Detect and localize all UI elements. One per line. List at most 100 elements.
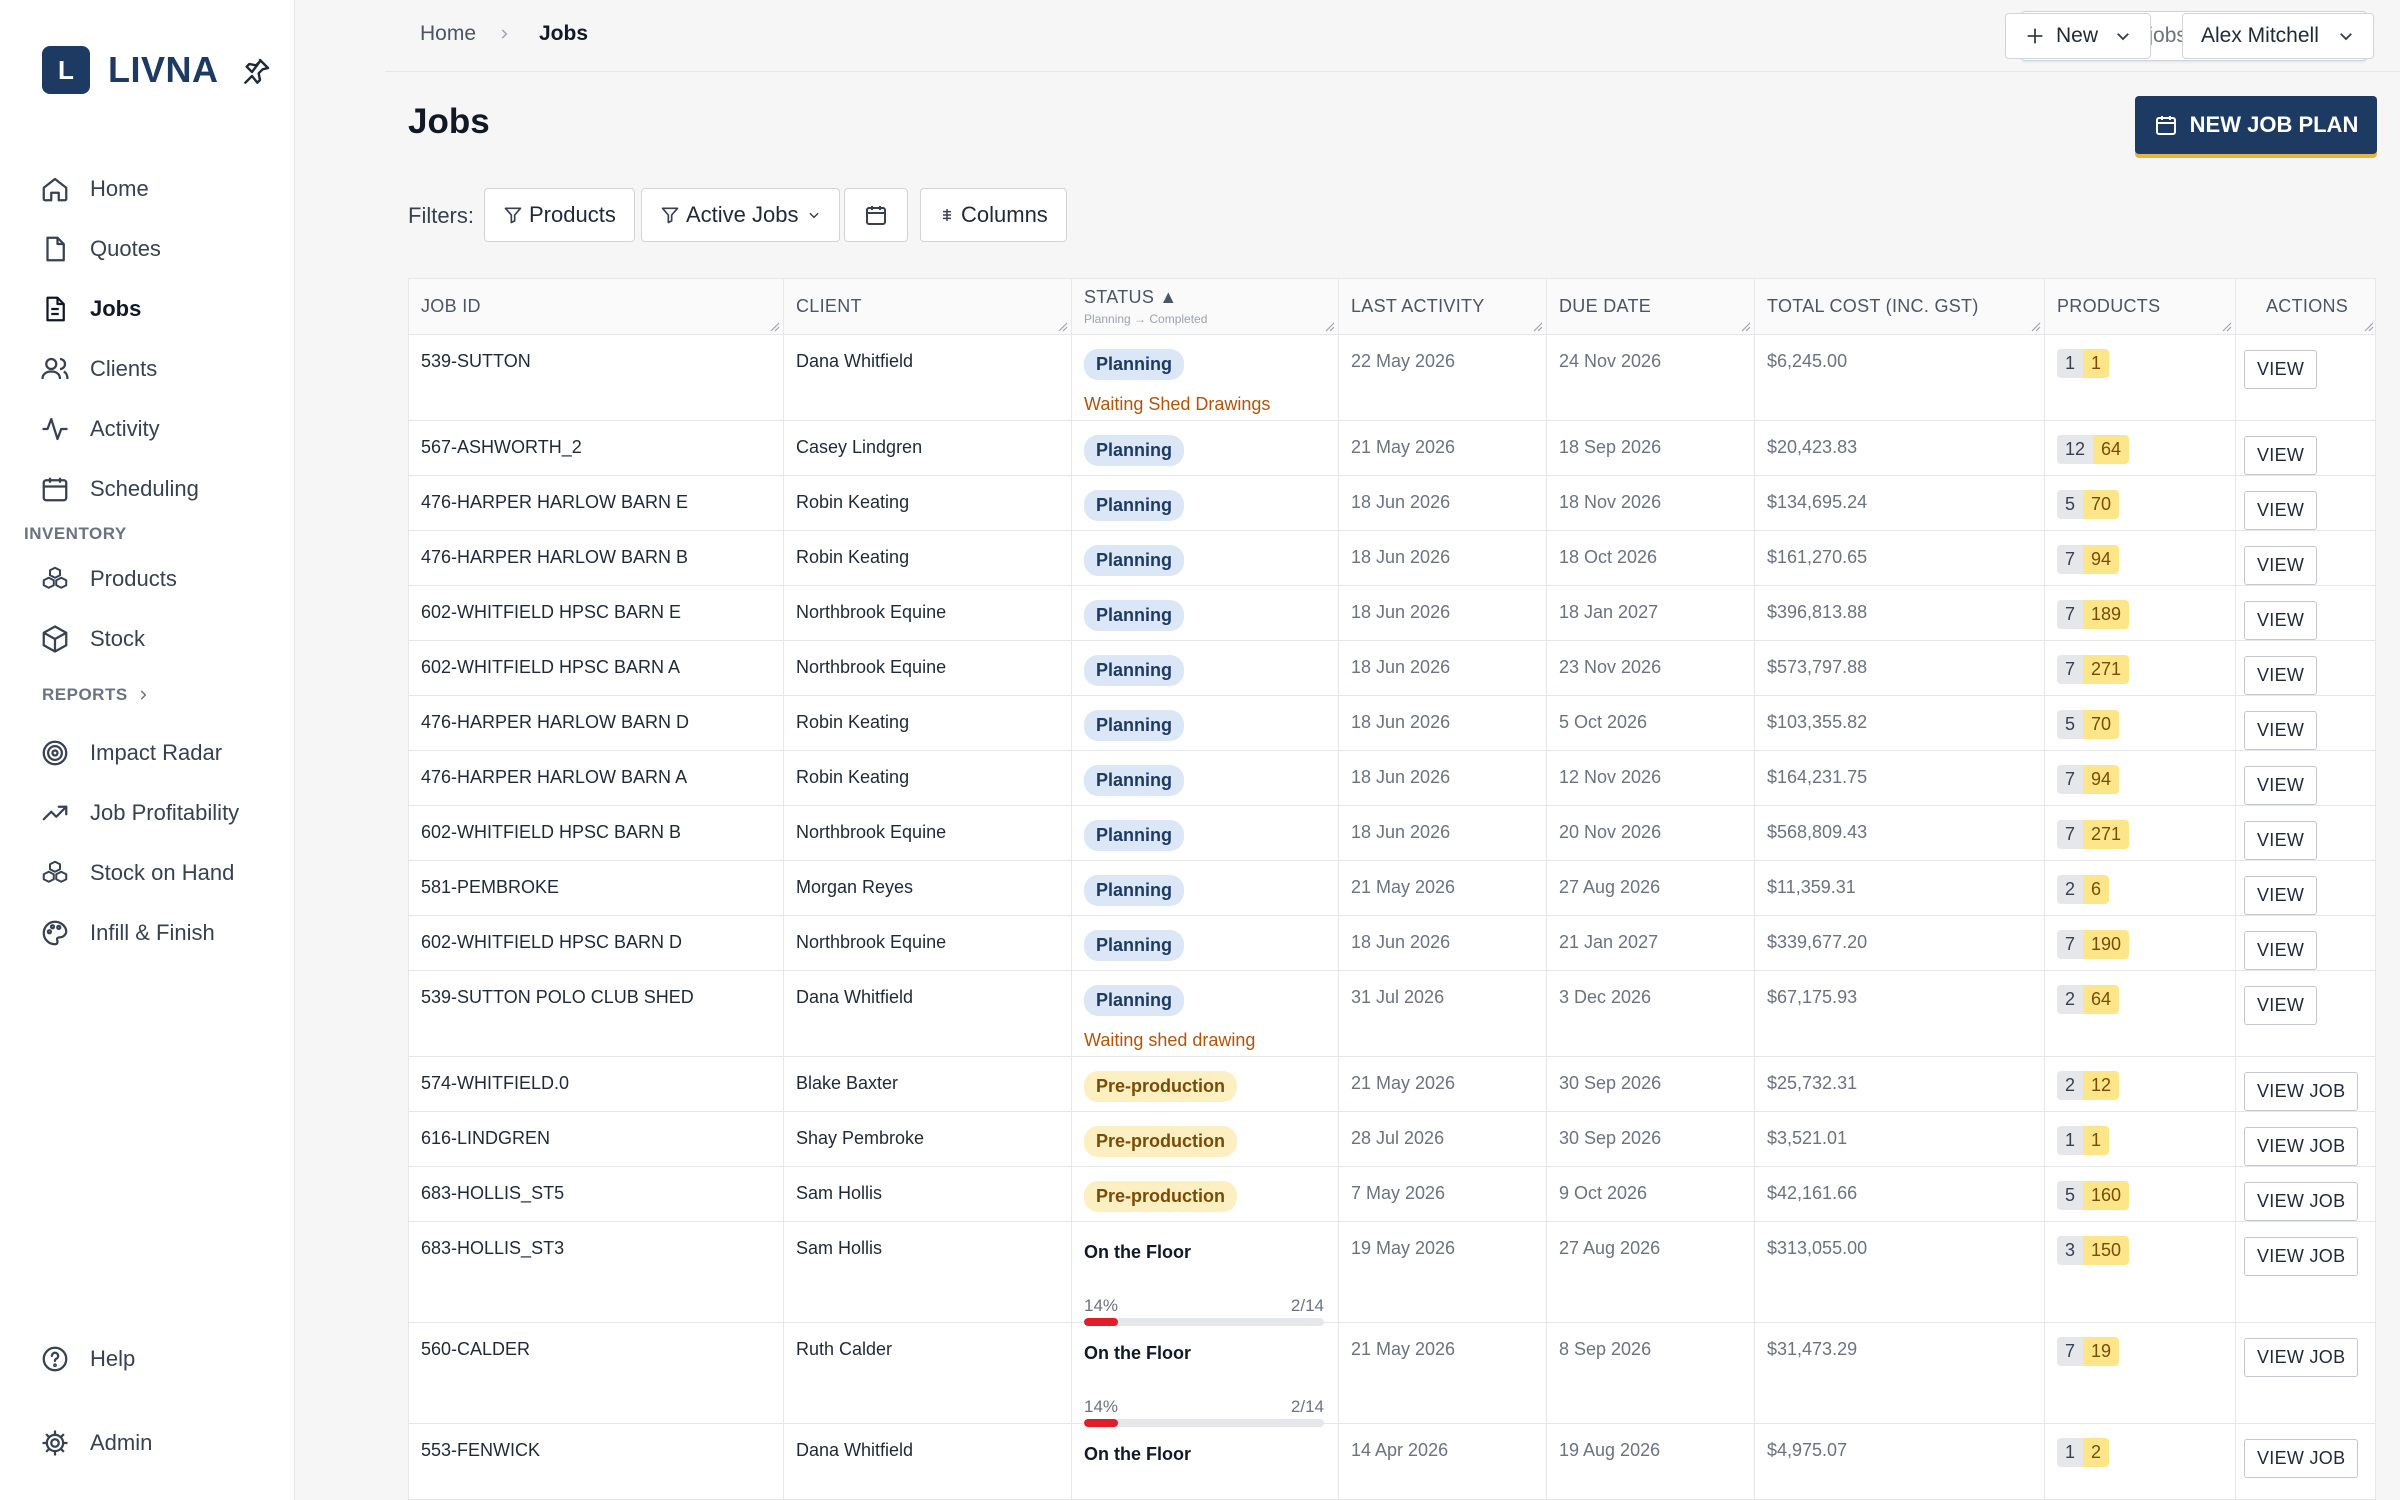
sidebar-item-impact-radar[interactable]: Impact Radar	[40, 731, 222, 775]
view-job-button[interactable]: VIEW	[2244, 656, 2318, 695]
view-job-button[interactable]: VIEW	[2244, 766, 2318, 805]
total-cost: $573,797.88	[1767, 657, 1868, 677]
table-row[interactable]: 476-HARPER HARLOW BARN E Robin Keating Pla…	[409, 476, 2375, 531]
view-job-button[interactable]: VIEW	[2244, 546, 2318, 585]
product-count-badge: 7 190	[2057, 930, 2130, 959]
sidebar-item-quotes[interactable]: Quotes	[40, 227, 161, 271]
view-job-button[interactable]: VIEW	[2244, 931, 2318, 970]
table-row[interactable]: 574-WHITFIELD.0 Blake Baxter Pre-productio…	[409, 1057, 2375, 1112]
column-header-products[interactable]: PRODUCTS	[2045, 279, 2236, 335]
table-row[interactable]: 581-PEMBROKE Morgan Reyes Planning 21 May 2…	[409, 861, 2375, 916]
filter-products-button[interactable]: Products	[484, 188, 635, 242]
view-job-button[interactable]: VIEW JOB	[2244, 1237, 2359, 1276]
sidebar-item-stock-on-hand[interactable]: Stock on Hand	[40, 851, 234, 895]
progress-fraction: 2/14	[1290, 1397, 1324, 1416]
table-row[interactable]: 476-HARPER HARLOW BARN D Robin Keating Pla…	[409, 696, 2375, 751]
view-job-button[interactable]: VIEW	[2244, 711, 2318, 750]
column-header-job-id[interactable]: JOB ID	[409, 279, 784, 335]
client-name: Robin Keating	[796, 712, 910, 732]
table-row[interactable]: 602-WHITFIELD HPSC BARN E Northbrook Equi…	[409, 586, 2375, 641]
table-row[interactable]: 602-WHITFIELD HPSC BARN D Northbrook Equi…	[409, 916, 2375, 971]
table-row[interactable]: 539-SUTTON Dana Whitfield Planning Waiting …	[409, 335, 2375, 421]
column-header-due-date[interactable]: DUE DATE	[1547, 279, 1755, 335]
table-row[interactable]: 683-HOLLIS_ST3 Sam Hollis On the Floor 14% 2…	[409, 1222, 2375, 1326]
status-badge: Planning	[1084, 820, 1184, 851]
status-cell: On the Floor 14% 2/14	[1072, 1222, 1339, 1326]
view-job-button[interactable]: VIEW JOB	[2244, 1127, 2359, 1166]
sidebar-item-activity[interactable]: Activity	[40, 407, 160, 451]
resize-handle-icon[interactable]	[2364, 322, 2374, 332]
view-job-button[interactable]: VIEW JOB	[2244, 1182, 2359, 1221]
table-row[interactable]: 560-CALDER Ruth Calder On the Floor 14% 2/14…	[409, 1323, 2375, 1427]
reports-section-toggle[interactable]: REPORTS	[42, 685, 150, 705]
job-id: 476-HARPER HARLOW BARN D	[421, 712, 690, 732]
table-row[interactable]: 683-HOLLIS_ST5 Sam Hollis Pre-production 7 …	[409, 1167, 2375, 1222]
actions-cell: VIEW JOB	[2236, 1112, 2375, 1166]
progress-text: 14% 2/14	[1084, 1296, 1324, 1316]
progress-percent: 14%	[1084, 1397, 1119, 1416]
sidebar-item-label: Impact Radar	[90, 740, 223, 765]
client-name: Morgan Reyes	[796, 877, 914, 897]
resize-handle-icon[interactable]	[770, 322, 780, 332]
resize-handle-icon[interactable]	[2222, 322, 2232, 332]
sidebar-item-label: Infill & Finish	[90, 920, 215, 945]
table-row[interactable]: 602-WHITFIELD HPSC BARN B Northbrook Equi…	[409, 806, 2375, 861]
sidebar-item-label: Activity	[90, 416, 160, 441]
pin-icon[interactable]	[240, 56, 272, 88]
table-row[interactable]: 567-ASHWORTH_2 Casey Lindgren Planning 21 M…	[409, 421, 2375, 476]
column-header-total-cost[interactable]: TOTAL COST (INC. GST)	[1755, 279, 2045, 335]
filter-active-jobs-button[interactable]: Active Jobs	[641, 188, 840, 242]
product-count-badge: 11	[2057, 1126, 2110, 1155]
view-job-button[interactable]: VIEW	[2244, 821, 2318, 860]
columns-button[interactable]: Columns	[920, 188, 1067, 242]
resize-handle-icon[interactable]	[1325, 322, 1335, 332]
table-row[interactable]: 602-WHITFIELD HPSC BARN A Northbrook Equi…	[409, 641, 2375, 696]
view-job-button[interactable]: VIEW	[2244, 876, 2318, 915]
resize-handle-icon[interactable]	[1741, 322, 1751, 332]
product-lines-count: 2	[2057, 985, 2084, 1014]
column-header-last-activity[interactable]: LAST ACTIVITY	[1339, 279, 1547, 335]
view-job-button[interactable]: VIEW JOB	[2244, 1338, 2359, 1377]
view-job-button[interactable]: VIEW	[2244, 986, 2318, 1025]
resize-handle-icon[interactable]	[1058, 322, 1068, 332]
due-date-cell: 23 Nov 2026	[1547, 641, 1755, 695]
job-id: 581-PEMBROKE	[421, 877, 560, 897]
brand-logo[interactable]: L LIVNA	[42, 46, 219, 94]
last-activity-date: 22 May 2026	[1351, 351, 1456, 371]
view-job-button[interactable]: VIEW	[2244, 436, 2318, 475]
sidebar-item-products[interactable]: Products	[40, 557, 177, 601]
products-cell: 26	[2045, 861, 2236, 915]
view-job-button[interactable]: VIEW JOB	[2244, 1072, 2359, 1111]
sidebar-item-jobs[interactable]: Jobs	[40, 287, 141, 331]
total-cost-cell: $339,677.20	[1755, 916, 2045, 970]
user-menu-button[interactable]: Alex Mitchell	[2182, 13, 2374, 59]
column-header-status[interactable]: STATUS ▲ Planning → Completed	[1072, 279, 1339, 335]
table-row[interactable]: 476-HARPER HARLOW BARN B Robin Keating Pla…	[409, 531, 2375, 586]
view-job-button[interactable]: VIEW	[2244, 350, 2318, 389]
sidebar-item-home[interactable]: Home	[40, 167, 149, 211]
new-label: New	[2056, 24, 2099, 47]
resize-handle-icon[interactable]	[2031, 322, 2041, 332]
table-row[interactable]: 539-SUTTON POLO CLUB SHED Dana Whitfield P…	[409, 971, 2375, 1057]
table-row[interactable]: 553-FENWICK Dana Whitfield On the Floor14%…	[409, 1424, 2375, 1499]
breadcrumb-home[interactable]: Home	[420, 22, 476, 46]
new-job-plan-button[interactable]: NEW JOB PLAN	[2135, 96, 2377, 154]
view-job-button[interactable]: VIEW	[2244, 491, 2318, 530]
date-filter-button[interactable]	[844, 188, 908, 242]
column-header-client[interactable]: CLIENT	[784, 279, 1072, 335]
table-row[interactable]: 616-LINDGREN Shay Pembroke Pre-production 2…	[409, 1112, 2375, 1167]
view-job-button[interactable]: VIEW	[2244, 601, 2318, 640]
new-menu-button[interactable]: New	[2005, 13, 2152, 59]
sidebar-item-infill-finish[interactable]: Infill & Finish	[40, 911, 215, 955]
table-row[interactable]: 476-HARPER HARLOW BARN A Robin Keating Pla…	[409, 751, 2375, 806]
resize-handle-icon[interactable]	[1533, 322, 1543, 332]
view-job-button[interactable]: VIEW JOB	[2244, 1439, 2359, 1478]
sidebar-item-clients[interactable]: Clients	[40, 347, 157, 391]
sidebar-item-stock[interactable]: Stock	[40, 617, 145, 661]
sidebar-item-scheduling[interactable]: Scheduling	[40, 467, 199, 511]
sidebar-item-job-profitability[interactable]: Job Profitability	[40, 791, 239, 835]
client-name: Dana Whitfield	[796, 987, 914, 1007]
sidebar-item-admin[interactable]: Admin	[40, 1421, 152, 1465]
sidebar-item-label: Home	[90, 176, 149, 201]
sidebar-item-help[interactable]: Help	[40, 1337, 135, 1381]
